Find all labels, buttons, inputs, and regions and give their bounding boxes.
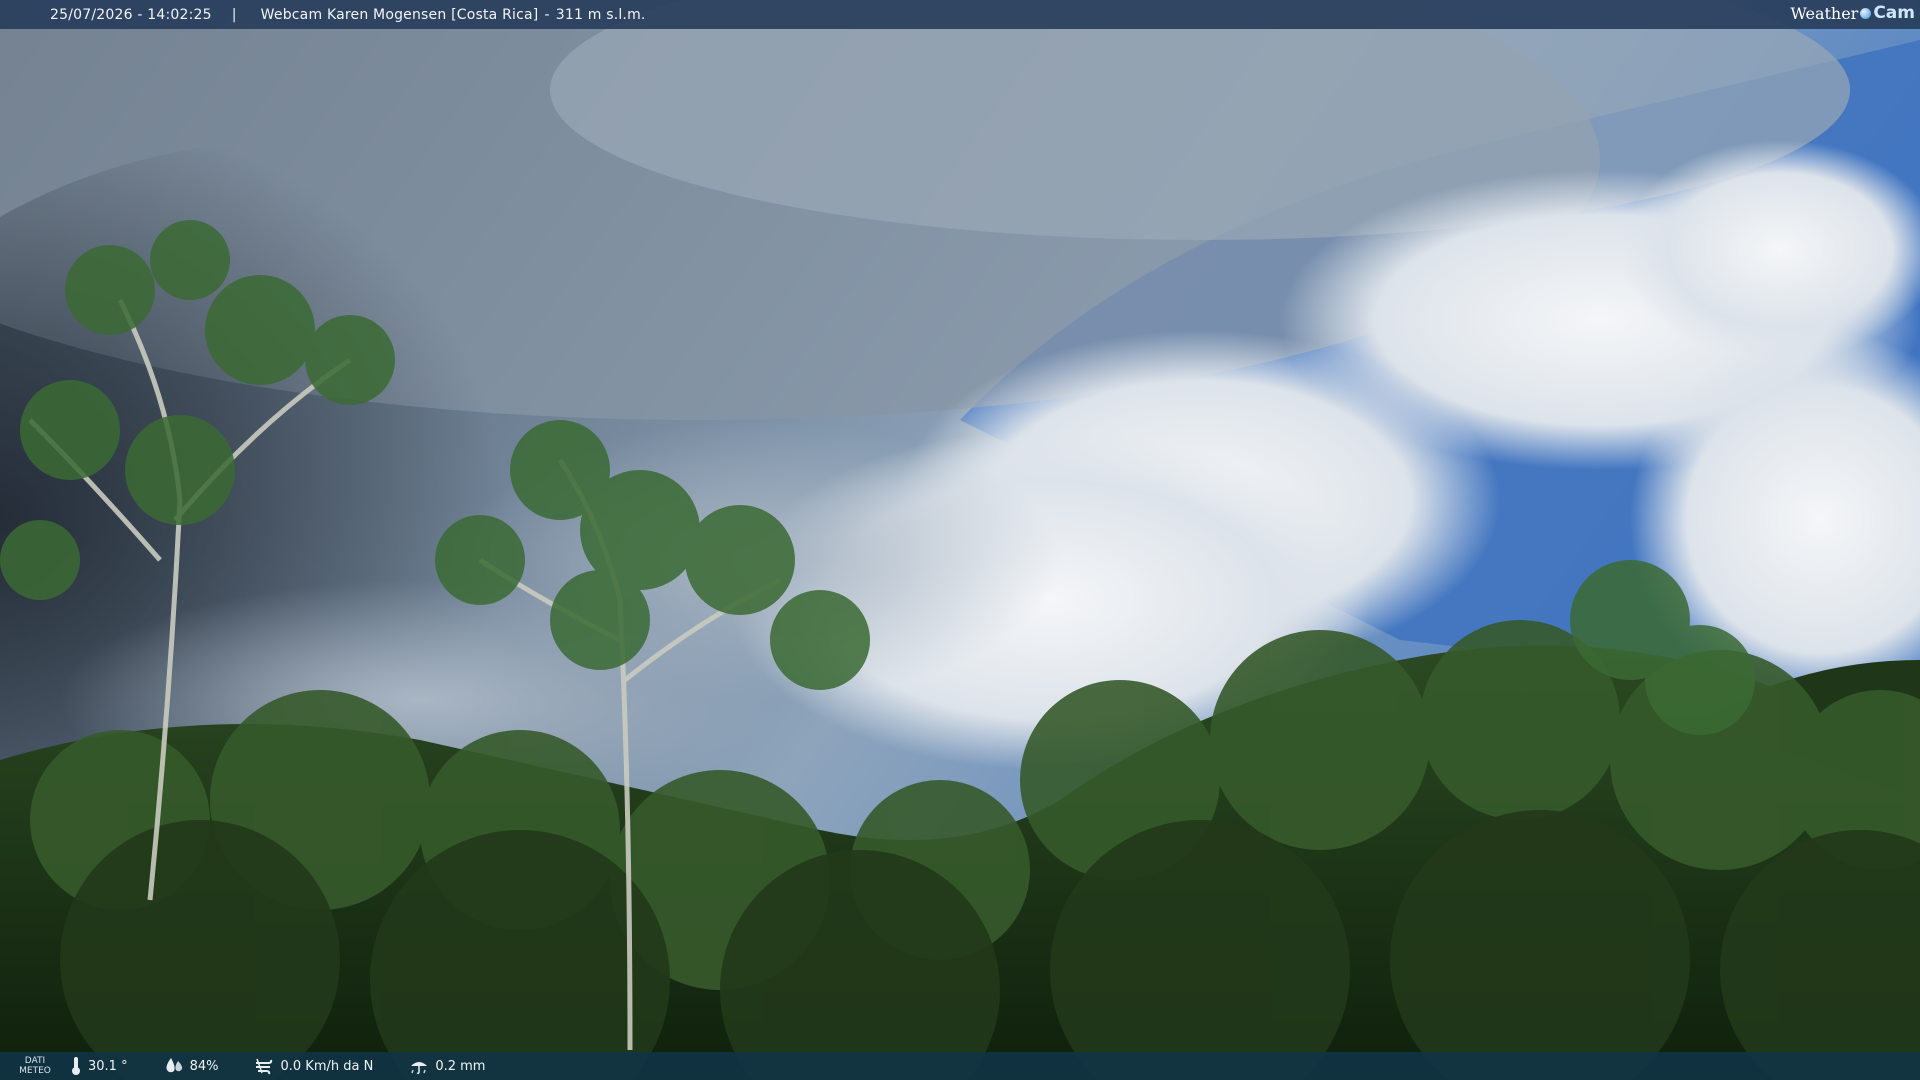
top-info-bar: 25/07/2026 - 14:02:25 | Webcam Karen Mog…: [0, 0, 1920, 29]
thermometer-icon: [72, 1057, 80, 1075]
webcam-title: Webcam Karen Mogensen [Costa Rica]: [260, 6, 539, 23]
wind-value: 0.0 Km/h da N: [280, 1058, 374, 1074]
meteo-label: DATI METEO: [0, 1056, 70, 1076]
wind-icon: [256, 1058, 273, 1075]
wind-reading: 0.0 Km/h da N: [254, 1057, 373, 1075]
humidity-drop-icon: [166, 1058, 182, 1073]
humidity-reading: 84%: [164, 1057, 219, 1075]
timestamp: 25/07/2026 - 14:02:25: [50, 6, 212, 23]
humidity-value: 84%: [189, 1058, 219, 1074]
weathercam-logo[interactable]: Weather Cam: [1790, 3, 1915, 23]
rain-icon: [411, 1062, 428, 1075]
meteo-label-line2: METEO: [19, 1066, 51, 1076]
webcam-viewer: 25/07/2026 - 14:02:25 | Webcam Karen Mog…: [0, 0, 1920, 1080]
meteo-label-line1: DATI: [24, 1056, 46, 1066]
weather-data-bar: DATI METEO 30.1 ° 84% 0.0 Km/h da N 0.2 …: [0, 1052, 1920, 1080]
rain-value: 0.2 mm: [435, 1058, 486, 1074]
title-dash: -: [544, 6, 550, 23]
logo-cam-text: Cam: [1873, 3, 1915, 23]
temperature-reading: 30.1 °: [70, 1056, 128, 1076]
altitude: 311 m s.l.m.: [555, 6, 646, 23]
rain-reading: 0.2 mm: [409, 1057, 485, 1075]
temperature-value: 30.1 °: [88, 1058, 128, 1074]
logo-globe-icon: [1860, 7, 1872, 19]
logo-weather-text: Weather: [1790, 3, 1859, 23]
webcam-image: [0, 0, 1920, 1080]
header-separator: |: [231, 6, 237, 23]
